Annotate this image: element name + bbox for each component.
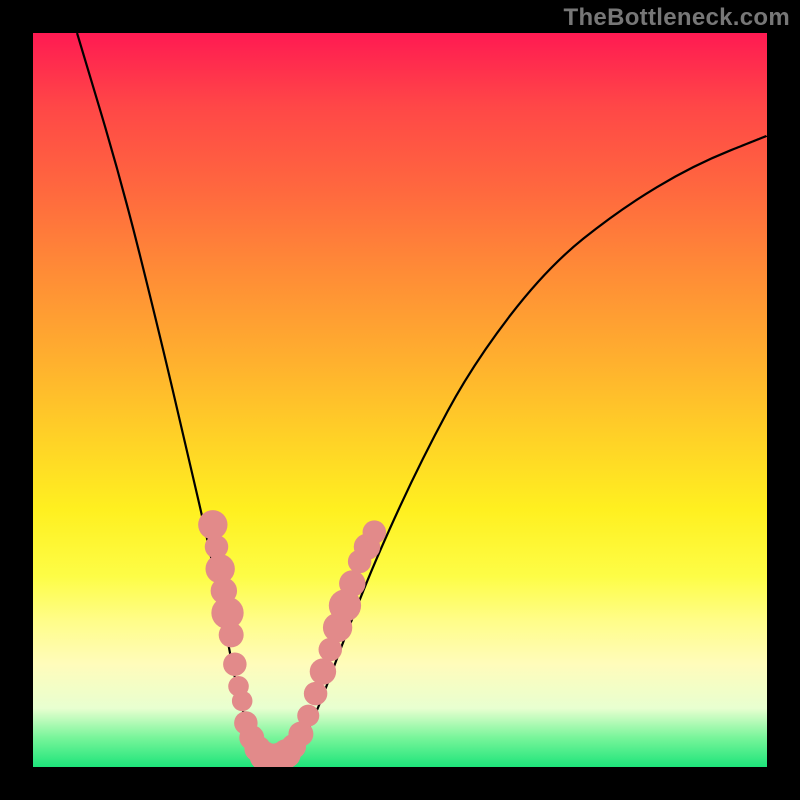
scatter-dot [198, 510, 227, 539]
scatter-dot [232, 691, 253, 712]
watermark-label: TheBottleneck.com [564, 4, 790, 32]
scatter-dot [219, 622, 244, 647]
scatter-dot [304, 682, 327, 705]
scatter-dot [223, 652, 246, 675]
scatter-dots [198, 510, 386, 767]
plot-area [33, 33, 767, 767]
scatter-dot [339, 570, 365, 596]
bottleneck-curve [77, 33, 767, 760]
chart-svg [33, 33, 767, 767]
scatter-dot [310, 658, 336, 684]
scatter-dot [297, 705, 319, 727]
scatter-dot [363, 520, 386, 543]
chart-frame: TheBottleneck.com [0, 0, 800, 800]
